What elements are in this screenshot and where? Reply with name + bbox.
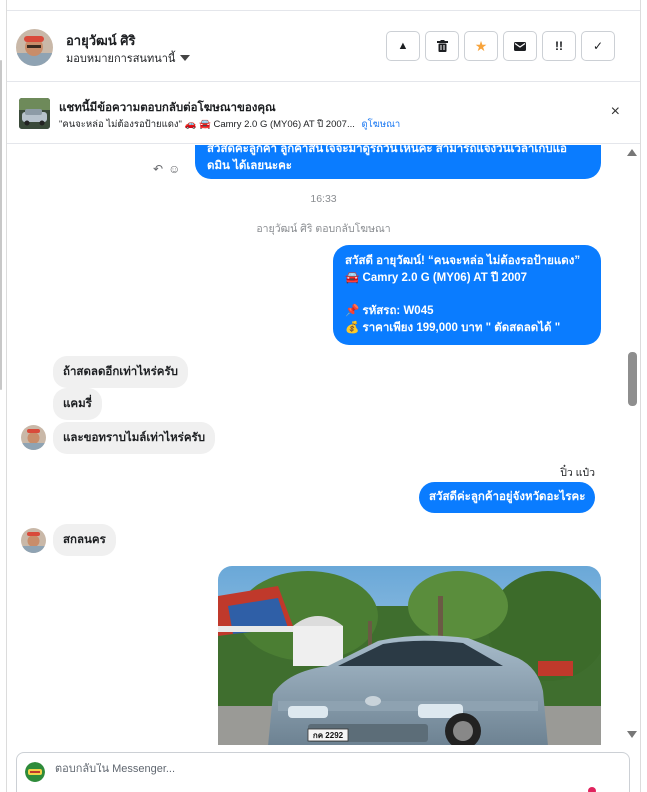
- message-outgoing[interactable]: สวัสดีค่ะลูกค้า ลูกค้าสนใจจะมาดูรถวันไหน…: [195, 145, 601, 179]
- banner-subtitle: "คนจะหล่อ ไม่ต้องรอป้ายแดง" 🚗 🚘 Camry 2.…: [59, 117, 400, 132]
- follow-up-button[interactable]: !!: [542, 31, 576, 61]
- reply-input[interactable]: [55, 763, 575, 775]
- message-outgoing[interactable]: สวัสดีค่ะลูกค้าอยู่จังหวัดอะไรคะ: [419, 482, 596, 513]
- message-thread: สวัสดีค่ะลูกค้า ลูกค้าสนใจจะมาดูรถวันไหน…: [7, 145, 640, 745]
- timestamp: 16:33: [310, 193, 337, 205]
- scrollbar-thumb[interactable]: [628, 352, 637, 406]
- close-icon[interactable]: ×: [611, 102, 620, 122]
- message-text: สวัสดี อายุวัฒน์! “คนจะหล่อ ไม่ต้องรอป้า…: [345, 255, 581, 267]
- message-actions: ↶ ☺: [153, 162, 180, 176]
- star-button[interactable]: ★: [464, 31, 498, 61]
- sender-name: ปิ๋ว แป๋ว: [560, 467, 595, 479]
- warning-icon: ▲: [397, 40, 409, 52]
- notification-dot: [588, 787, 596, 792]
- message-text: 🚘 Camry 2.0 G (MY06) AT ปี 2007: [345, 272, 528, 284]
- star-icon: ★: [474, 37, 488, 54]
- message-text: 💰 ราคาเพียง 199,000 บาท " ตัดสดลดได้ ": [345, 322, 561, 334]
- right-panel-edge: [640, 0, 641, 792]
- ad-reply-banner: แชทนี้มีข้อความตอบกลับต่อโฆษณาของคุณ "คน…: [7, 82, 640, 144]
- message-incoming[interactable]: และขอทราบไมล์เท่าไหร่ครับ: [53, 422, 216, 454]
- contact-avatar[interactable]: [16, 29, 53, 66]
- message-incoming[interactable]: ถ้าสดลดอีกเท่าไหร่ครับ: [53, 356, 188, 388]
- follow-up-icon: !!: [555, 39, 563, 53]
- assign-conversation-dropdown[interactable]: มอบหมายการสนทนานี้: [66, 49, 191, 67]
- message-composer: [16, 752, 630, 792]
- message-outgoing-ad[interactable]: สวัสดี อายุวัฒน์! “คนจะหล่อ ไม่ต้องรอป้า…: [333, 245, 601, 345]
- mark-unread-button[interactable]: [503, 31, 537, 61]
- left-scrollbar[interactable]: [0, 60, 2, 390]
- message-incoming[interactable]: สกลนคร: [53, 524, 116, 556]
- trash-icon: [436, 40, 448, 52]
- ad-caption: "คนจะหล่อ ไม่ต้องรอป้ายแดง" 🚗 🚘 Camry 2.…: [59, 119, 355, 130]
- contact-avatar[interactable]: [21, 528, 46, 553]
- contact-name: อายุวัฒน์ ศิริ: [66, 33, 136, 48]
- contact-avatar[interactable]: [21, 425, 46, 450]
- emoji-react-icon[interactable]: ☺: [168, 162, 180, 176]
- chevron-down-icon: [180, 55, 191, 61]
- scroll-up-arrow[interactable]: [627, 149, 637, 156]
- message-text: 📌 รหัสรถ: W045: [345, 305, 434, 317]
- scroll-down-arrow[interactable]: [627, 731, 637, 738]
- image-attachment[interactable]: กค 2292: [218, 566, 601, 745]
- message-text: สวัสดีค่ะลูกค้า ลูกค้าสนใจจะมาดูรถวันไหน…: [207, 145, 567, 155]
- view-ad-link[interactable]: ดูโฆษณา: [362, 119, 401, 130]
- mail-icon: [514, 41, 526, 51]
- conversation-header: อายุวัฒน์ ศิริ มอบหมายการสนทนานี้ ▲ ★ !!…: [7, 10, 640, 82]
- delete-button[interactable]: [425, 31, 459, 61]
- banner-title: แชทนี้มีข้อความตอบกลับต่อโฆษณาของคุณ: [59, 102, 276, 114]
- left-panel-edge: [0, 0, 7, 792]
- page-avatar: [25, 762, 45, 782]
- check-icon: ✓: [592, 39, 604, 53]
- message-incoming[interactable]: แคมรี่: [53, 388, 102, 420]
- ad-reply-note: อายุวัฒน์ ศิริ ตอบกลับโฆษณา: [256, 223, 391, 235]
- mark-spam-button[interactable]: ▲: [386, 31, 420, 61]
- message-text: ดมิน ได้เลยนะคะ: [207, 160, 292, 172]
- reply-icon[interactable]: ↶: [153, 162, 163, 176]
- ad-thumbnail[interactable]: [19, 98, 50, 129]
- assign-label: มอบหมายการสนทนานี้: [66, 53, 176, 65]
- header-actions: ▲ ★ !! ✓: [386, 31, 615, 61]
- license-plate: กค 2292: [312, 731, 344, 740]
- mark-done-button[interactable]: ✓: [581, 31, 615, 61]
